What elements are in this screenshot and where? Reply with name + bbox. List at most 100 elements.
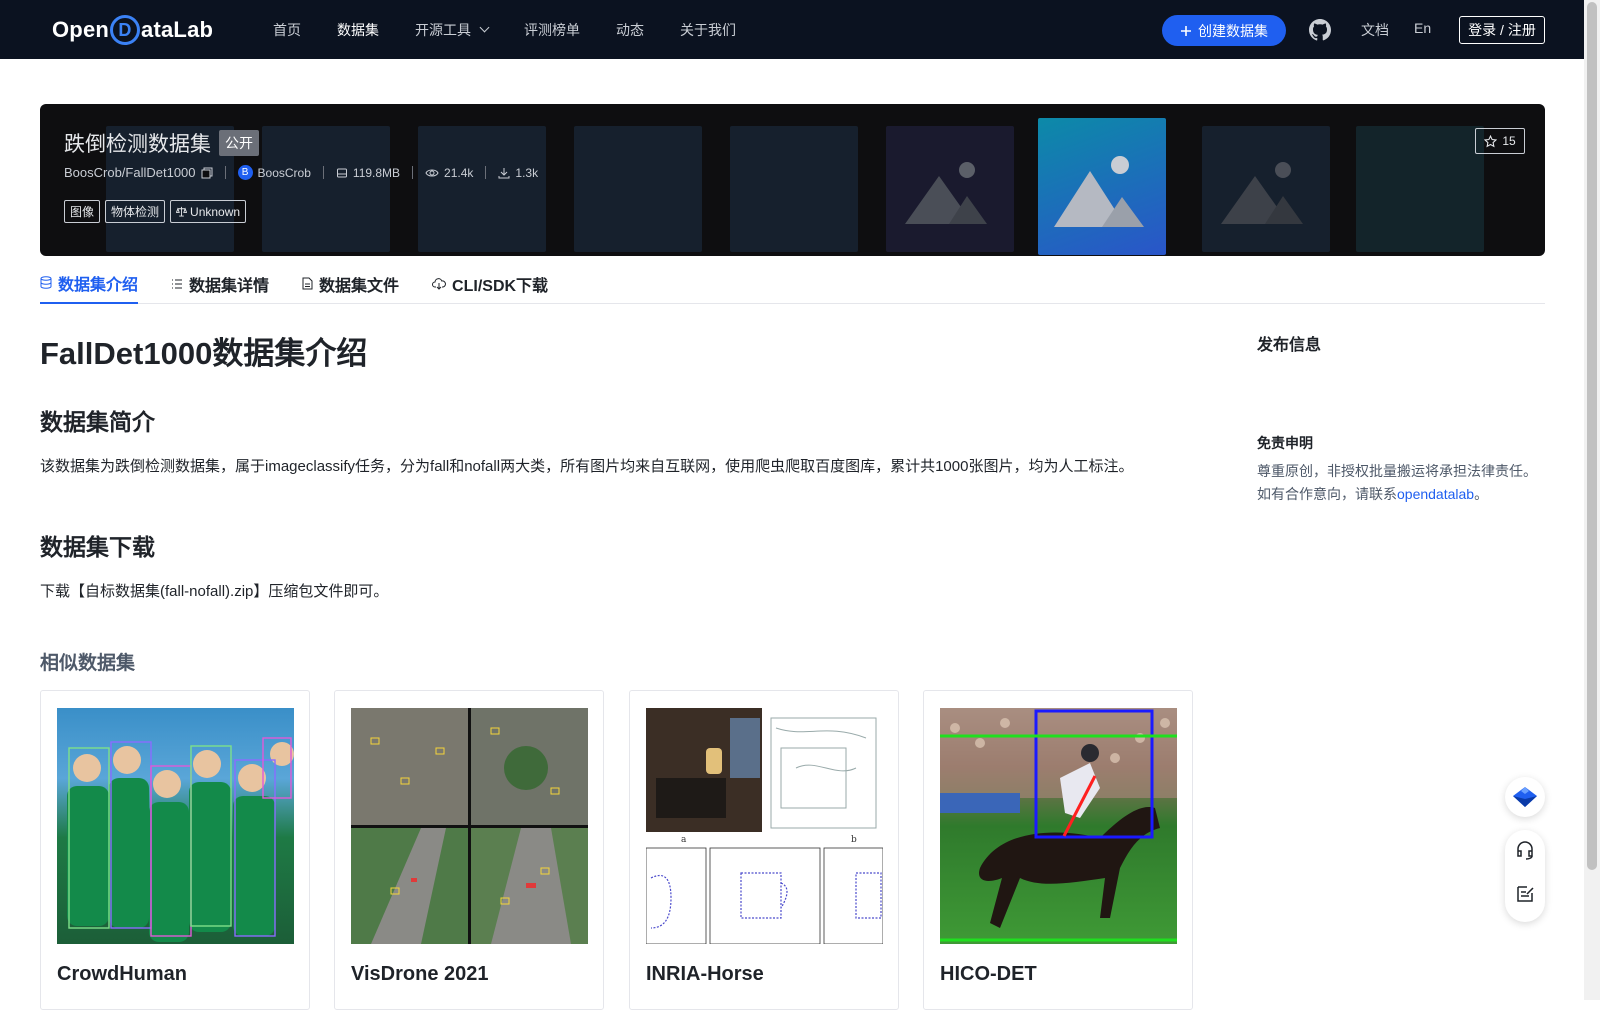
publish-info-title: 发布信息 — [1257, 337, 1322, 354]
meta-divider — [485, 166, 487, 179]
intro-heading: 数据集简介 — [40, 409, 155, 435]
tab-files[interactable]: 数据集文件 — [302, 263, 399, 304]
download-heading: 数据集下载 — [40, 534, 155, 560]
star-button[interactable]: 15 — [1475, 128, 1525, 154]
logo-prefix: Open — [52, 17, 110, 42]
floating-toolbar — [1505, 830, 1545, 922]
nav-home[interactable]: 首页 — [273, 20, 301, 40]
dataset-title: 跌倒检测数据集 公开 — [64, 128, 259, 158]
horse-rider-illustration — [940, 708, 1177, 942]
list-icon — [172, 279, 183, 288]
similar-card-title: VisDrone 2021 — [351, 963, 489, 985]
tab-files-label: 数据集文件 — [319, 277, 400, 295]
disclaimer-title: 免责申明 — [1257, 435, 1313, 451]
headset-icon[interactable] — [1515, 840, 1535, 860]
similar-card-hico-det[interactable]: HICO-DET — [923, 690, 1193, 1010]
edge-illustration: a b — [646, 708, 883, 944]
tab-details-label: 数据集详情 — [189, 277, 270, 295]
copy-icon[interactable] — [201, 167, 213, 179]
nav-tools-label: 开源工具 — [415, 21, 471, 38]
feedback-float-button[interactable] — [1505, 777, 1545, 817]
dataset-title-text: 跌倒检测数据集 — [64, 133, 211, 156]
page-scrollbar[interactable] — [1584, 0, 1600, 1000]
similar-card-crowdhuman[interactable]: CrowdHuman — [40, 690, 310, 1010]
dataset-downloads-value: 1.3k — [515, 165, 539, 180]
nav-tools[interactable]: 开源工具 — [415, 20, 490, 40]
tab-details[interactable]: 数据集详情 — [171, 263, 269, 304]
docs-link[interactable]: 文档 — [1361, 20, 1389, 40]
feedback-icon — [1513, 787, 1537, 807]
similar-card-image — [57, 708, 294, 944]
dataset-size: 119.8MB — [336, 166, 400, 180]
top-nav: Open D ataLab 首页 数据集 开源工具 评测榜单 动态 关于我们 创… — [0, 0, 1584, 59]
similar-card-image — [940, 708, 1177, 944]
download-icon — [498, 167, 510, 178]
dataset-author[interactable]: BoosCrob — [258, 166, 311, 180]
similar-card-visdrone[interactable]: VisDrone 2021 — [334, 690, 604, 1010]
database-icon — [40, 276, 52, 289]
nav-about[interactable]: 关于我们 — [680, 20, 736, 40]
image-placeholder-icon — [1221, 162, 1303, 224]
hero-thumb-active — [1038, 118, 1166, 255]
star-icon — [1484, 134, 1498, 147]
drone-illustration — [351, 708, 588, 944]
crowd-illustration — [67, 737, 294, 942]
nav-datasets[interactable]: 数据集 — [337, 20, 379, 40]
dataset-views: 21.4k — [425, 166, 473, 180]
inria-label-a: a — [681, 835, 687, 845]
logo-d: D — [110, 15, 141, 45]
disclaimer-line-2-suffix: 。 — [1474, 486, 1489, 502]
inria-label-b: b — [851, 835, 857, 845]
intro-paragraph: 该数据集为跌倒检测数据集，属于imageclassify任务，分为fall和no… — [40, 458, 1134, 475]
login-register-button[interactable]: 登录 / 注册 — [1459, 16, 1545, 44]
meta-divider — [322, 166, 324, 179]
star-count: 15 — [1502, 134, 1516, 148]
database-icon — [336, 168, 347, 177]
tag-license[interactable]: Unknown — [170, 200, 247, 223]
disclaimer-line-2-prefix: 如有合作意向，请联系 — [1257, 486, 1397, 502]
page-title: FallDet1000数据集介绍 — [40, 336, 368, 371]
similar-card-inria-horse[interactable]: a b INRIA-Horse — [629, 690, 899, 1010]
tab-intro-label: 数据集介绍 — [58, 276, 139, 294]
download-paragraph: 下载【自标数据集(fall-nofall).zip】压缩包文件即可。 — [40, 583, 389, 600]
dataset-downloads: 1.3k — [498, 166, 538, 180]
disclaimer-line-1: 尊重原创，非授权批量搬运将承担法律责任。 — [1257, 463, 1537, 479]
create-dataset-button[interactable]: 创建数据集 — [1162, 15, 1286, 46]
hero-thumb — [1202, 126, 1330, 252]
chevron-down-icon — [479, 22, 490, 33]
nav-links: 首页 数据集 开源工具 评测榜单 动态 关于我们 — [273, 0, 772, 59]
edit-icon[interactable] — [1515, 884, 1535, 904]
tag-modality[interactable]: 图像 — [64, 200, 101, 223]
public-badge: 公开 — [219, 130, 259, 156]
tab-intro[interactable]: 数据集介绍 — [40, 263, 139, 304]
hero-thumb — [886, 126, 1014, 252]
avatar: B — [237, 165, 253, 180]
plus-icon — [1181, 25, 1191, 36]
similar-heading: 相似数据集 — [40, 653, 136, 674]
hero-thumb — [730, 126, 858, 252]
similar-card-title: CrowdHuman — [57, 963, 187, 985]
tab-cli-sdk[interactable]: CLI/SDK下载 — [432, 263, 548, 304]
scale-icon — [176, 206, 188, 217]
meta-divider — [412, 166, 414, 179]
image-placeholder-icon — [905, 162, 987, 224]
dataset-tags: 图像 物体检测 Unknown — [64, 200, 247, 223]
similar-card-title: HICO-DET — [940, 963, 1037, 985]
opendatalab-logo[interactable]: Open D ataLab — [52, 14, 213, 46]
disclaimer-text: 尊重原创，非授权批量搬运将承担法律责任。 如有合作意向，请联系opendatal… — [1257, 460, 1547, 506]
language-switch[interactable]: En — [1414, 20, 1431, 36]
opendatalab-link[interactable]: opendatalab — [1397, 486, 1474, 502]
file-icon — [302, 277, 313, 290]
disclaimer-line-2: 如有合作意向，请联系opendatalab。 — [1257, 483, 1547, 506]
tag-task[interactable]: 物体检测 — [105, 200, 166, 223]
nav-news[interactable]: 动态 — [616, 20, 644, 40]
nav-leaderboard[interactable]: 评测榜单 — [524, 20, 580, 40]
cloud-icon — [432, 277, 446, 290]
scrollbar-thumb[interactable] — [1587, 2, 1597, 870]
similar-card-image: a b — [646, 708, 883, 944]
dataset-views-value: 21.4k — [444, 165, 474, 180]
hero-thumb — [262, 126, 390, 252]
tab-cli-sdk-label: CLI/SDK下载 — [452, 277, 549, 295]
meta-divider — [224, 166, 226, 179]
github-icon[interactable] — [1309, 19, 1331, 41]
